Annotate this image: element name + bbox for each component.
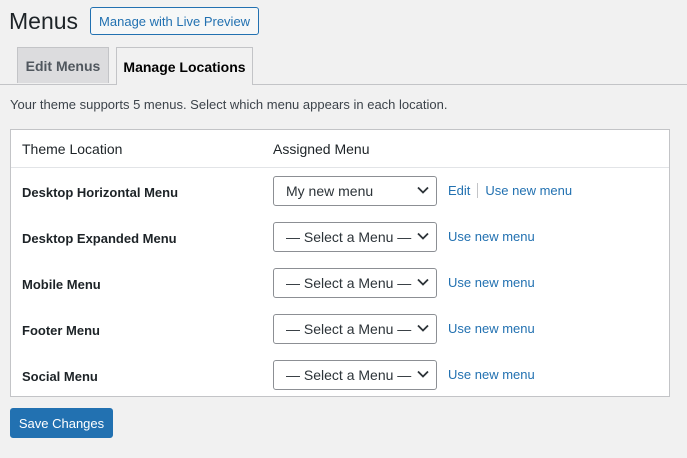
- location-name: Desktop Horizontal Menu: [22, 185, 179, 200]
- tab-edit-menus[interactable]: Edit Menus: [17, 47, 109, 83]
- row-links: Use new menu: [448, 229, 535, 244]
- location-name: Desktop Expanded Menu: [22, 231, 177, 246]
- use-new-menu-link[interactable]: Use new menu: [448, 275, 535, 290]
- chevron-down-icon: [417, 370, 429, 378]
- link-separator: [477, 183, 479, 198]
- use-new-menu-link[interactable]: Use new menu: [485, 183, 572, 198]
- page-title: Menus: [9, 8, 79, 34]
- table-header: Theme Location Assigned Menu: [11, 130, 669, 168]
- menu-select-value: — Select a Menu —: [286, 321, 412, 337]
- use-new-menu-link[interactable]: Use new menu: [448, 229, 535, 244]
- location-name: Footer Menu: [22, 323, 100, 338]
- save-changes-button[interactable]: Save Changes: [10, 408, 113, 438]
- location-name: Mobile Menu: [22, 277, 101, 292]
- table-row: Desktop Horizontal Menu My new menu Edit…: [11, 168, 669, 214]
- menu-select[interactable]: — Select a Menu —: [273, 222, 437, 252]
- menu-select-value: — Select a Menu —: [286, 367, 412, 383]
- location-name: Social Menu: [22, 369, 98, 384]
- menu-select[interactable]: — Select a Menu —: [273, 314, 437, 344]
- menu-select[interactable]: — Select a Menu —: [273, 360, 437, 390]
- table-row: Mobile Menu — Select a Menu — Use new me…: [11, 260, 669, 306]
- use-new-menu-link[interactable]: Use new menu: [448, 321, 535, 336]
- edit-menu-link[interactable]: Edit: [448, 183, 470, 198]
- table-row: Desktop Expanded Menu — Select a Menu — …: [11, 214, 669, 260]
- menu-select-value: — Select a Menu —: [286, 229, 412, 245]
- chevron-down-icon: [417, 232, 429, 240]
- locations-table: Theme Location Assigned Menu Desktop Hor…: [10, 129, 670, 397]
- menu-select-value: — Select a Menu —: [286, 275, 412, 291]
- table-row: Social Menu — Select a Menu — Use new me…: [11, 352, 669, 398]
- tab-manage-locations[interactable]: Manage Locations: [116, 47, 253, 85]
- chevron-down-icon: [417, 278, 429, 286]
- row-links: Edit Use new menu: [448, 183, 572, 198]
- column-header-assigned-menu: Assigned Menu: [273, 141, 370, 157]
- chevron-down-icon: [417, 324, 429, 332]
- row-links: Use new menu: [448, 367, 535, 382]
- nav-tabs: Edit Menus Manage Locations: [0, 47, 687, 85]
- menu-select[interactable]: — Select a Menu —: [273, 268, 437, 298]
- menu-select-value: My new menu: [286, 183, 374, 199]
- manage-live-preview-button[interactable]: Manage with Live Preview: [90, 7, 260, 35]
- intro-text: Your theme supports 5 menus. Select whic…: [10, 97, 448, 112]
- row-links: Use new menu: [448, 275, 535, 290]
- row-links: Use new menu: [448, 321, 535, 336]
- column-header-theme-location: Theme Location: [22, 141, 123, 157]
- use-new-menu-link[interactable]: Use new menu: [448, 367, 535, 382]
- chevron-down-icon: [417, 186, 429, 194]
- page-header: Menus Manage with Live Preview: [9, 6, 260, 36]
- table-row: Footer Menu — Select a Menu — Use new me…: [11, 306, 669, 352]
- menu-select[interactable]: My new menu: [273, 176, 437, 206]
